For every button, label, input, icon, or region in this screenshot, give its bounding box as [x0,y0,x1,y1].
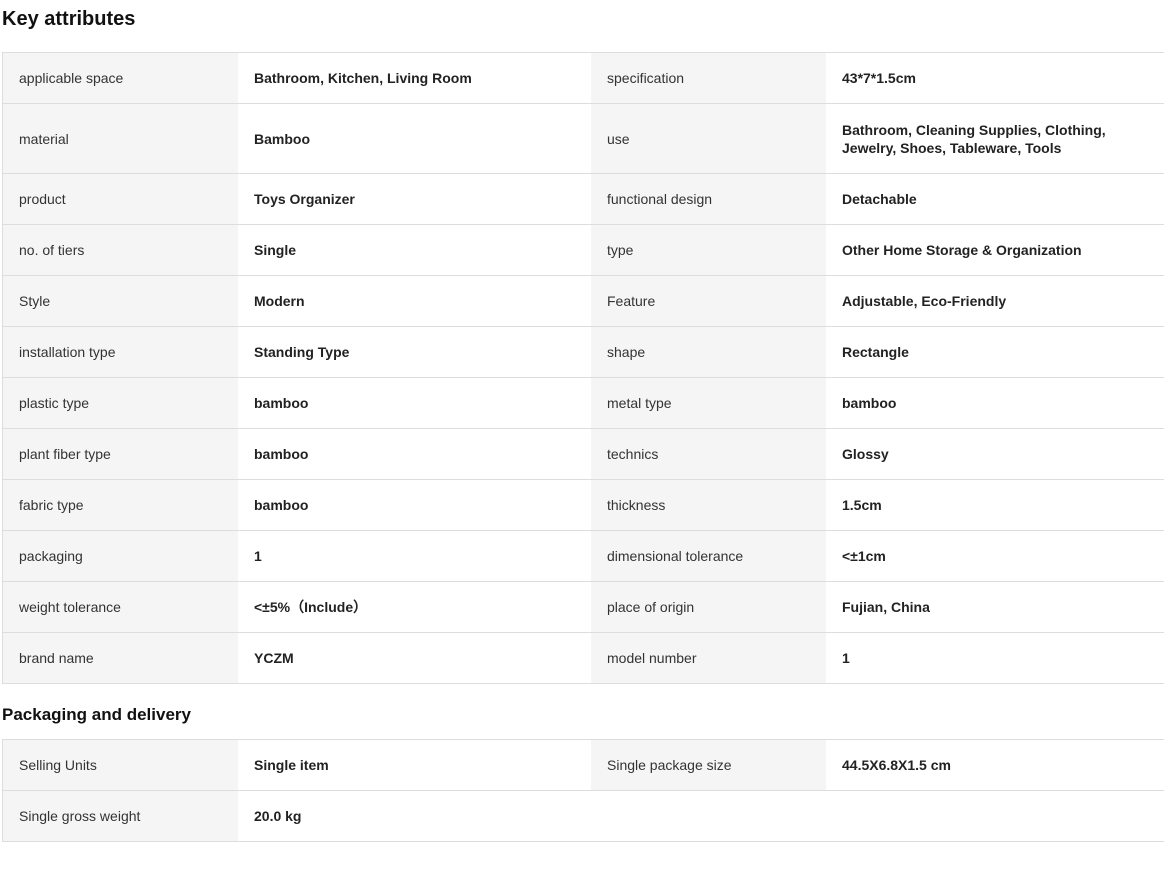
attribute-row: installation type Standing Type shape Recta… [3,327,1164,378]
attribute-row: material Bamboo use Bathroom, Cleaning Supp… [3,104,1164,174]
attribute-label: packaging [3,531,238,581]
attribute-row: packaging 1 dimensional tolerance <±1cm [3,531,1164,582]
attribute-value: bamboo [238,429,591,479]
attribute-value: Bamboo [238,104,591,173]
key-attributes-table: applicable space Bathroom, Kitchen, Livin… [2,52,1164,684]
attribute-value: 1 [826,633,1164,683]
attribute-value: YCZM [238,633,591,683]
attribute-row: plastic type bamboo metal type bamboo [3,378,1164,429]
attribute-value: Bathroom, Kitchen, Living Room [238,53,591,103]
attribute-label: Feature [591,276,826,326]
attribute-row: Selling Units Single item Single package s… [3,740,1164,791]
attribute-value: <±1cm [826,531,1164,581]
attribute-value: Glossy [826,429,1164,479]
attribute-value: Single [238,225,591,275]
attribute-row: product Toys Organizer functional design De… [3,174,1164,225]
attribute-row: fabric type bamboo thickness 1.5cm [3,480,1164,531]
attribute-label: plant fiber type [3,429,238,479]
attribute-label: dimensional tolerance [591,531,826,581]
attribute-value: bamboo [238,378,591,428]
attribute-value: Rectangle [826,327,1164,377]
attribute-value: bamboo [826,378,1164,428]
attribute-row: weight tolerance <±5%（Include） place of or… [3,582,1164,633]
attribute-row: brand name YCZM model number 1 [3,633,1164,684]
attribute-value: Detachable [826,174,1164,224]
attribute-label [591,791,826,841]
attribute-label: type [591,225,826,275]
attribute-value: 20.0 kg [238,791,591,841]
attribute-value: Fujian, China [826,582,1164,632]
attribute-label: weight tolerance [3,582,238,632]
attribute-label: Style [3,276,238,326]
attribute-label: technics [591,429,826,479]
attribute-value: 1 [238,531,591,581]
attribute-label: functional design [591,174,826,224]
key-attributes-title: Key attributes [2,8,136,30]
attribute-label: no. of tiers [3,225,238,275]
attribute-value: Adjustable, Eco-Friendly [826,276,1164,326]
attribute-value: 1.5cm [826,480,1164,530]
attribute-value: Bathroom, Cleaning Supplies, Clothing, J… [826,104,1164,173]
attribute-value: <±5%（Include） [238,582,591,632]
attribute-label: plastic type [3,378,238,428]
attribute-row: no. of tiers Single type Other Home Storage… [3,225,1164,276]
attribute-label: Single gross weight [3,791,238,841]
packaging-delivery-table: Selling Units Single item Single package s… [2,739,1164,842]
attribute-label: Single package size [591,740,826,790]
attribute-label: use [591,104,826,173]
attribute-label: specification [591,53,826,103]
attribute-label: thickness [591,480,826,530]
attribute-label: product [3,174,238,224]
attribute-value: Modern [238,276,591,326]
attribute-label: shape [591,327,826,377]
attribute-label: Selling Units [3,740,238,790]
attribute-label: brand name [3,633,238,683]
attribute-label: material [3,104,238,173]
attribute-row: applicable space Bathroom, Kitchen, Livin… [3,53,1164,104]
attribute-label: fabric type [3,480,238,530]
attribute-value: Standing Type [238,327,591,377]
attribute-value: bamboo [238,480,591,530]
attribute-value [826,791,1164,841]
attribute-label: metal type [591,378,826,428]
attribute-row: Style Modern Feature Adjustable, Eco-Friend… [3,276,1164,327]
attribute-value: Toys Organizer [238,174,591,224]
attribute-label: installation type [3,327,238,377]
attribute-value: Other Home Storage & Organization [826,225,1164,275]
attribute-row: Single gross weight 20.0 kg [3,791,1164,842]
attribute-label: place of origin [591,582,826,632]
attribute-value: 44.5X6.8X1.5 cm [826,740,1164,790]
attribute-row: plant fiber type bamboo technics Glossy [3,429,1164,480]
attribute-label: applicable space [3,53,238,103]
attribute-value: Single item [238,740,591,790]
attribute-label: model number [591,633,826,683]
attribute-value: 43*7*1.5cm [826,53,1164,103]
packaging-delivery-title: Packaging and delivery [2,705,191,724]
